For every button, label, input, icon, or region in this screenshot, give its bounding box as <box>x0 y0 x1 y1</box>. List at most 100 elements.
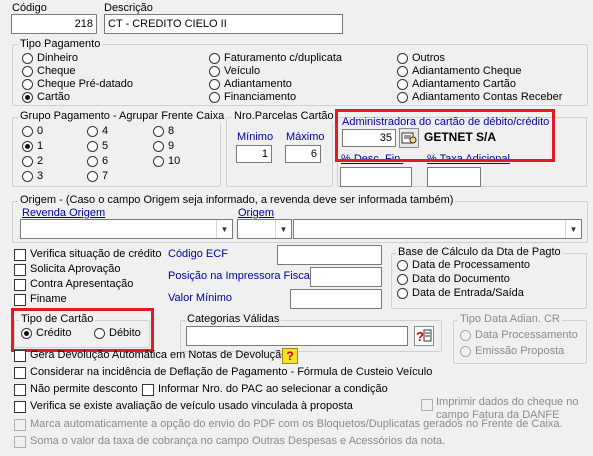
base-calculo-title: Base de Cálculo da Dta de Pagto <box>396 246 563 259</box>
radio-cheque[interactable] <box>22 66 33 77</box>
radio-grupo-3[interactable] <box>22 171 33 182</box>
label-grupo-2: 2 <box>37 155 44 167</box>
radio-data-documento[interactable] <box>397 274 408 285</box>
radio-veiculo[interactable] <box>209 66 220 77</box>
label-verifica-avaliacao: Verifica se existe avaliação de veículo … <box>30 400 353 412</box>
label-verifica-credito: Verifica situação de crédito <box>30 248 162 260</box>
taxa-adicional-input[interactable] <box>427 167 481 187</box>
check-solicita-aprovacao[interactable] <box>14 264 26 276</box>
radio-grupo-10[interactable] <box>153 156 164 167</box>
label-data-processamento: Data de Processamento <box>412 259 531 271</box>
origem-select[interactable]: ▼ <box>293 219 582 239</box>
radio-cheque-pre-datado[interactable] <box>22 79 33 90</box>
radio-dinheiro[interactable] <box>22 53 33 64</box>
radio-adiantamento[interactable] <box>209 79 220 90</box>
radio-grupo-9[interactable] <box>153 141 164 152</box>
origem-code-select[interactable]: ▼ <box>237 219 292 239</box>
radio-outros[interactable] <box>397 53 408 64</box>
radio-grupo-8[interactable] <box>153 126 164 137</box>
label-grupo-6: 6 <box>102 155 109 167</box>
codigo-ecf-label: Código ECF <box>168 248 228 260</box>
categorias-title: Categorias Válidas <box>185 313 282 326</box>
radio-faturamento[interactable] <box>209 53 220 64</box>
codigo-ecf-input[interactable] <box>277 245 382 265</box>
label-adiantamento-cheque: Adiantamento Cheque <box>412 65 522 77</box>
check-marca-pdf[interactable] <box>14 419 26 431</box>
check-verifica-credito[interactable] <box>14 249 26 261</box>
check-soma-taxa[interactable] <box>14 436 26 448</box>
label-considerar-deflacao: Considerar na incidência de Deflação de … <box>30 366 433 378</box>
label-marca-pdf: Marca automaticamente a opção do envio d… <box>30 418 563 430</box>
radio-data-processamento[interactable] <box>397 260 408 271</box>
label-soma-taxa: Soma o valor da taxa de cobrança no camp… <box>30 435 446 447</box>
radio-grupo-1[interactable] <box>22 141 33 152</box>
label-grupo-3: 3 <box>37 170 44 182</box>
desc-fin-input[interactable] <box>340 167 412 187</box>
check-gera-devolucao[interactable] <box>14 350 26 362</box>
radio-grupo-6[interactable] <box>87 156 98 167</box>
category-search-icon[interactable]: ? <box>414 326 434 346</box>
label-adiantamento: Adiantamento <box>224 78 292 90</box>
radio-adiantamento-cheque[interactable] <box>397 66 408 77</box>
radio-data-entrada-saida[interactable] <box>397 288 408 299</box>
label-emissao-proposta: Emissão Proposta <box>475 345 565 357</box>
valor-minimo-input[interactable] <box>290 289 382 309</box>
label-data-documento: Data do Documento <box>412 273 510 285</box>
label-grupo-7: 7 <box>102 170 109 182</box>
label-grupo-5: 5 <box>102 140 109 152</box>
check-informar-pac[interactable] <box>142 384 154 396</box>
radio-grupo-4[interactable] <box>87 126 98 137</box>
label-informar-pac: Informar Nro. do PAC ao selecionar a con… <box>158 383 388 395</box>
valor-minimo-label: Valor Mínimo <box>168 292 232 304</box>
svg-text:?: ? <box>416 329 424 344</box>
label-grupo-8: 8 <box>168 125 175 137</box>
radio-grupo-5[interactable] <box>87 141 98 152</box>
check-nao-permite-desconto[interactable] <box>14 384 26 396</box>
maximo-input[interactable]: 6 <box>285 145 321 163</box>
label-cheque: Cheque <box>37 65 76 77</box>
posicao-impressora-input[interactable] <box>310 267 382 287</box>
parcelas-title: Nro.Parcelas Cartão <box>232 110 336 123</box>
label-gera-devolucao: Gera Devolução Automática em Notas de De… <box>30 349 288 361</box>
minimo-input[interactable]: 1 <box>236 145 272 163</box>
radio-adiantamento-contas-receber[interactable] <box>397 92 408 103</box>
codigo-input[interactable]: 218 <box>11 14 97 34</box>
label-cheque-pre-datado: Cheque Pré-datado <box>37 78 134 90</box>
highlight-tipo-cartao <box>11 308 154 352</box>
question-icon[interactable]: ? <box>282 348 298 364</box>
label-dinheiro: Dinheiro <box>37 52 78 64</box>
chevron-down-icon: ▼ <box>216 220 232 238</box>
label-cartao: Cartão <box>37 91 71 103</box>
label-outros: Outros <box>412 52 446 64</box>
radio-grupo-2[interactable] <box>22 156 33 167</box>
check-finame[interactable] <box>14 294 26 306</box>
label-grupo-0: 0 <box>37 125 44 137</box>
tipo-data-adian-title: Tipo Data Adian. CR <box>458 313 562 326</box>
radio-emissao-proposta[interactable] <box>460 346 471 357</box>
label-data-entrada-saida: Data de Entrada/Saída <box>412 287 524 299</box>
label-veiculo: Veículo <box>224 65 261 77</box>
radio-data-processamento-cr[interactable] <box>460 330 471 341</box>
label-solicita-aprovacao: Solicita Aprovação <box>30 263 121 275</box>
radio-adiantamento-cartao[interactable] <box>397 79 408 90</box>
chevron-down-icon: ▼ <box>275 220 291 238</box>
radio-grupo-7[interactable] <box>87 171 98 182</box>
label-grupo-4: 4 <box>102 125 109 137</box>
radio-financiamento[interactable] <box>209 92 220 103</box>
highlight-administradora <box>335 109 555 162</box>
check-imprimir-cheque[interactable] <box>421 399 433 411</box>
label-grupo-10: 10 <box>168 155 181 167</box>
label-adiantamento-contas-receber: Adiantamento Contas Receber <box>412 91 563 103</box>
categorias-input[interactable] <box>186 326 408 346</box>
radio-grupo-0[interactable] <box>22 126 33 137</box>
radio-cartao[interactable] <box>22 92 33 103</box>
chevron-down-icon: ▼ <box>565 220 581 238</box>
label-data-processamento-cr: Data Processamento <box>475 329 578 341</box>
descricao-input[interactable]: CT - CREDITO CIELO II <box>104 14 343 34</box>
check-contra-apresentacao[interactable] <box>14 279 26 291</box>
check-verifica-avaliacao[interactable] <box>14 401 26 413</box>
check-considerar-deflacao[interactable] <box>14 367 26 379</box>
revenda-origem-select[interactable]: ▼ <box>20 219 233 239</box>
label-grupo-9: 9 <box>168 140 175 152</box>
label-contra-apresentacao: Contra Apresentação <box>30 278 134 290</box>
